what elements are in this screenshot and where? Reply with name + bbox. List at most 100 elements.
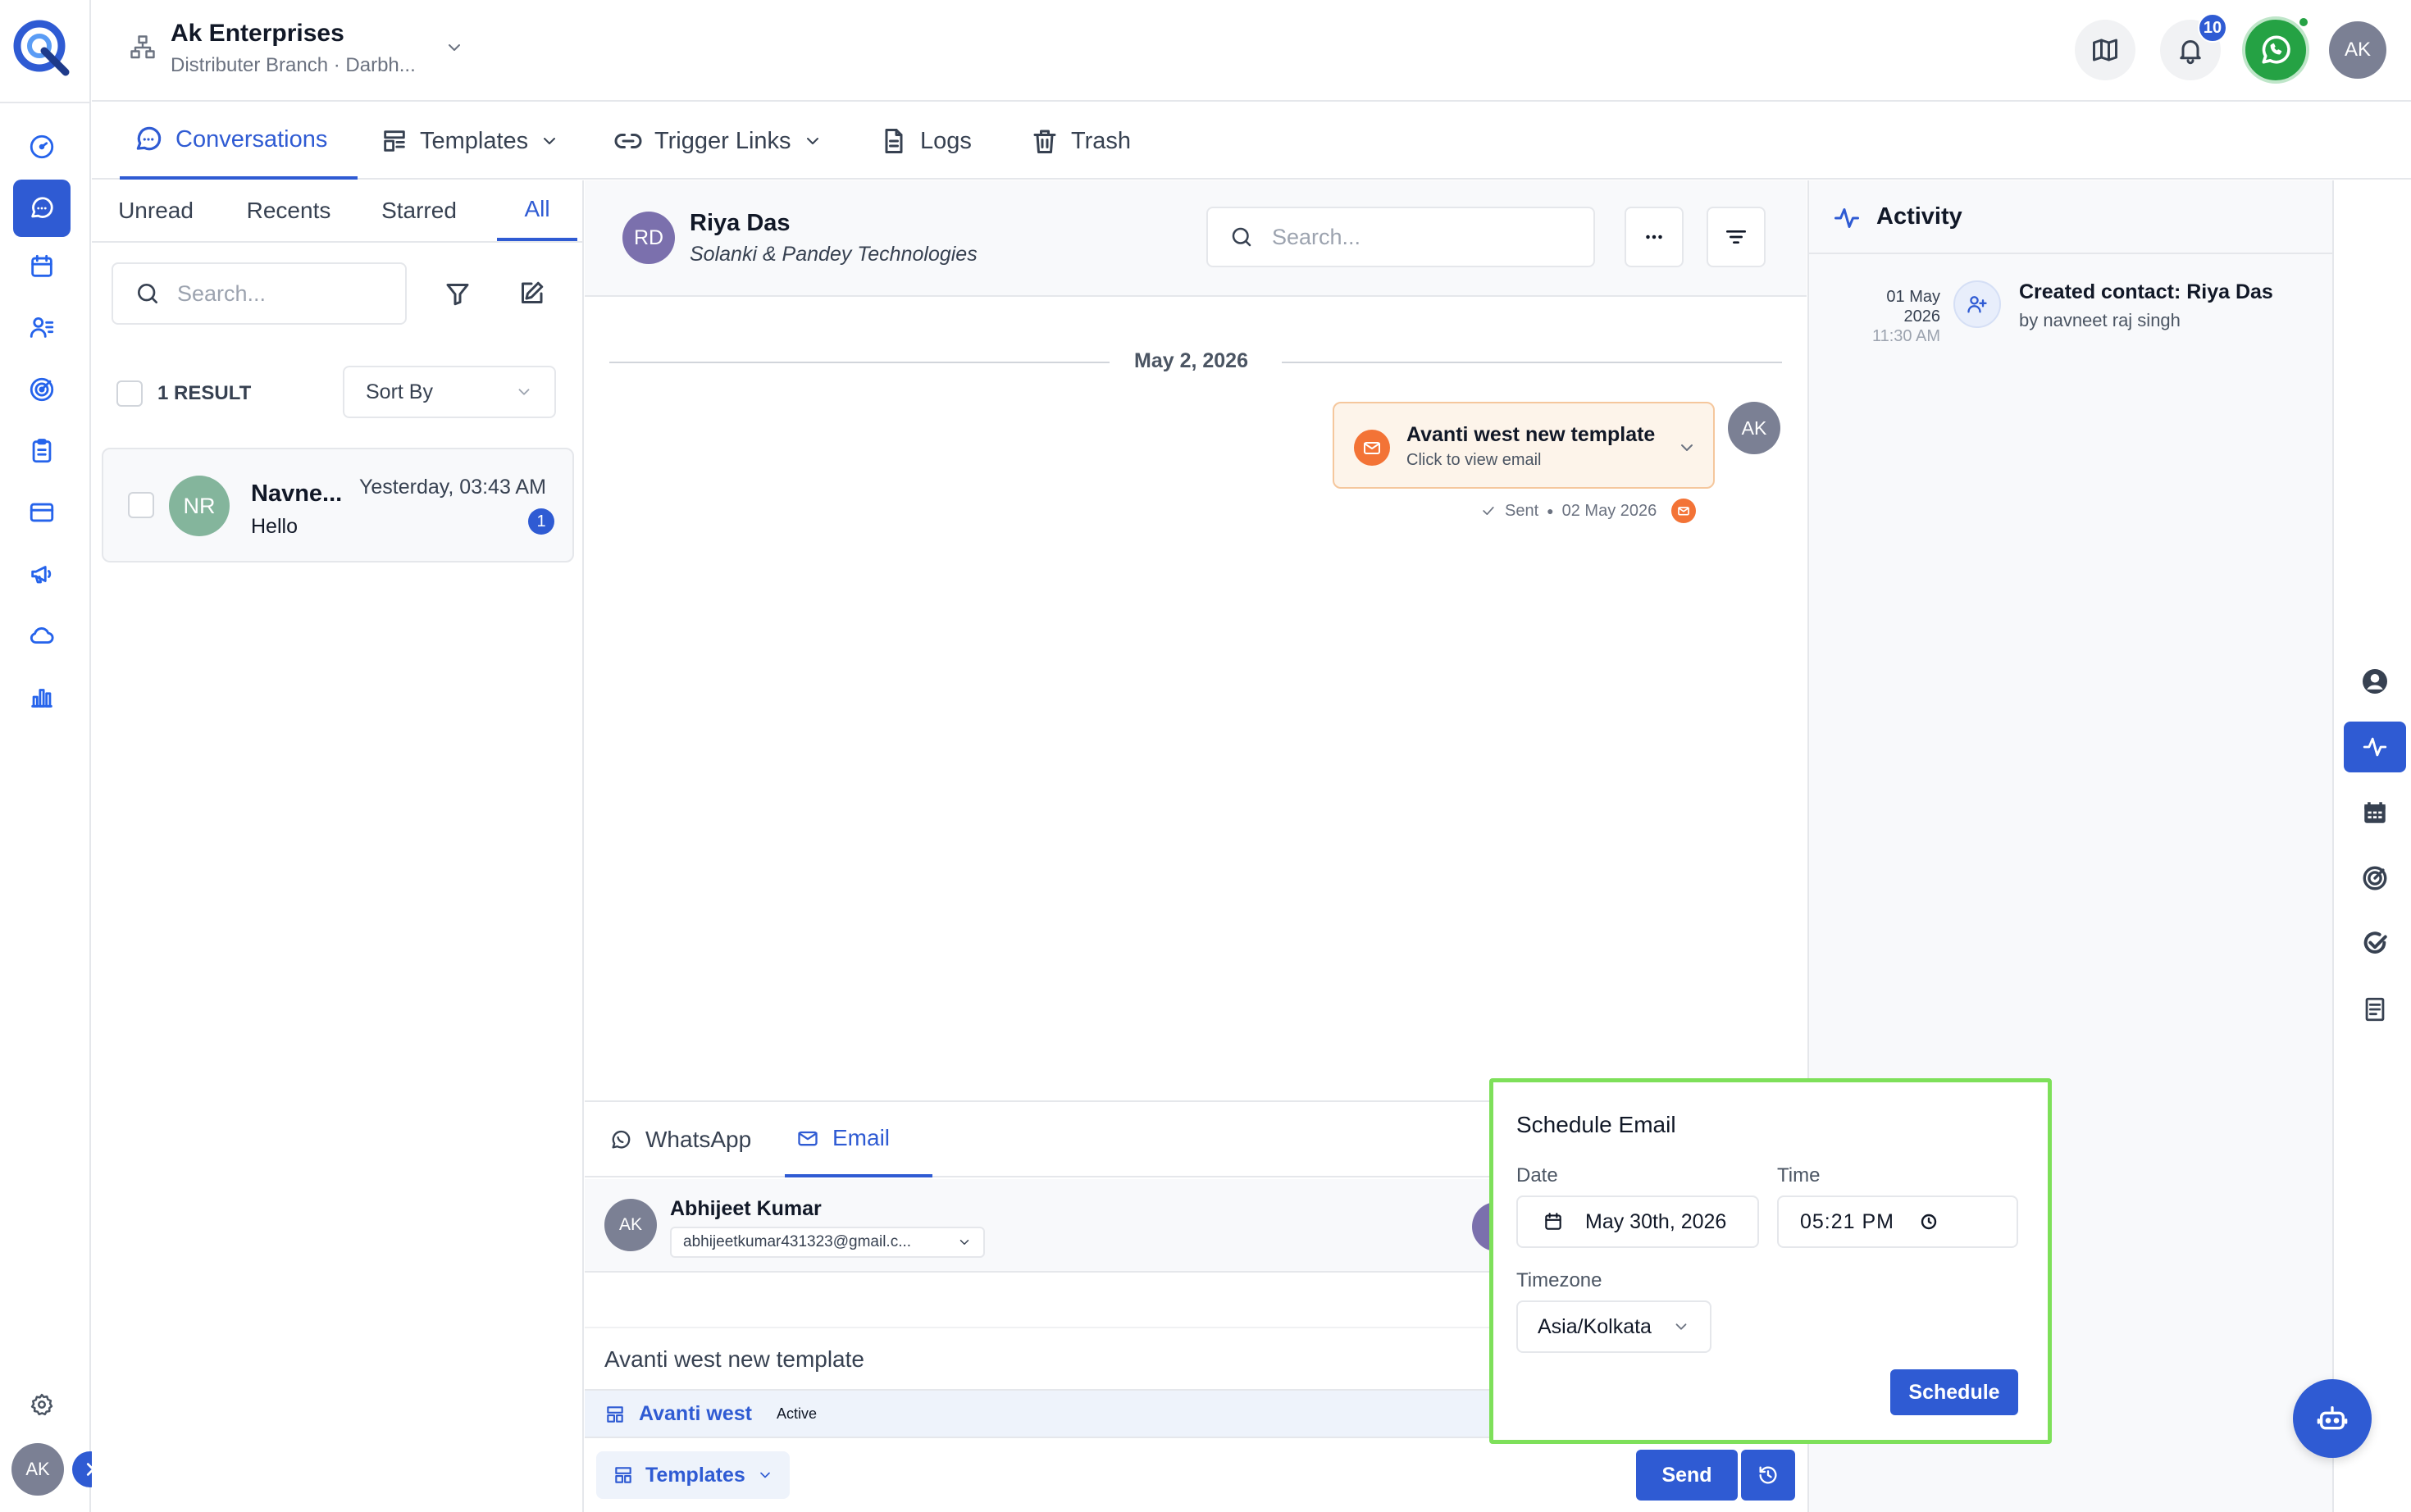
tab-trash[interactable]: Trash — [1030, 102, 1131, 180]
date-picker[interactable]: May 30th, 2026 — [1516, 1195, 1759, 1248]
sender-initials: AK — [1741, 417, 1767, 439]
rr-notes[interactable] — [2344, 984, 2406, 1035]
schedule-button-label: Schedule — [1908, 1380, 2000, 1404]
bot-icon — [2317, 1406, 2348, 1430]
filter-all[interactable]: All — [497, 180, 577, 241]
chat-contact-avatar[interactable]: RD — [622, 212, 675, 264]
nav-cloud[interactable] — [13, 607, 71, 664]
more-horizontal-icon — [1646, 235, 1662, 239]
map-button[interactable] — [2075, 20, 2135, 80]
list-item-checkbox[interactable] — [128, 492, 154, 518]
assistant-bot-button[interactable] — [2293, 1379, 2372, 1458]
nav-reports[interactable] — [13, 668, 71, 726]
chat-contact-name[interactable]: Riya Das — [690, 210, 791, 237]
branch-icon — [128, 33, 157, 62]
chat-filter-button[interactable] — [1707, 207, 1766, 267]
schedule-button[interactable]: Schedule — [1890, 1369, 2018, 1415]
nav-calendar[interactable] — [13, 238, 71, 295]
list-search-placeholder[interactable]: Search... — [177, 281, 266, 307]
time-picker[interactable]: 05:21 PM — [1777, 1195, 2018, 1248]
email-subject[interactable]: Avanti west new template — [604, 1346, 864, 1373]
chevron-down-icon — [449, 44, 460, 51]
calendar-icon — [31, 254, 52, 277]
rr-appointments[interactable] — [2344, 787, 2406, 838]
nav-opportunities[interactable] — [13, 361, 71, 418]
activity-day: 01 May — [1886, 288, 1940, 306]
chat-search-field[interactable]: Search... — [1206, 207, 1595, 267]
nav-settings[interactable] — [13, 1376, 71, 1433]
activity-date: 01 May 2026 11:30 AM — [1842, 287, 1940, 346]
tab-logs[interactable]: Logs — [879, 102, 972, 180]
search-icon — [138, 284, 157, 303]
from-email-select[interactable]: abhijeetkumar431323@gmail.c... — [670, 1227, 985, 1258]
chat-search-placeholder[interactable]: Search... — [1272, 225, 1360, 250]
nav-conversations[interactable] — [13, 180, 71, 237]
sort-by-dropdown[interactable]: Sort By — [343, 366, 556, 418]
schedule-toggle-button[interactable] — [1741, 1450, 1795, 1501]
rr-opportunities[interactable] — [2344, 853, 2406, 904]
nav-dashboard[interactable] — [13, 118, 71, 175]
list-item[interactable]: NR Navne... Hello Yesterday, 03:43 AM 1 — [102, 448, 574, 562]
email-message-card[interactable]: Avanti west new template Click to view e… — [1333, 402, 1715, 489]
main-tabs: Conversations Templates Trigger Links Lo… — [92, 102, 2411, 180]
templates-button[interactable]: Templates — [596, 1451, 790, 1499]
activity-title: Activity — [1876, 203, 1962, 230]
message-status: Sent — [1505, 501, 1539, 520]
meta-separator: ● — [1547, 504, 1554, 517]
tab-whatsapp[interactable]: WhatsApp — [609, 1102, 751, 1177]
tab-templates[interactable]: Templates — [381, 102, 559, 180]
org-name[interactable]: Ak Enterprises — [171, 20, 344, 48]
target-icon — [30, 377, 54, 402]
schedule-title: Schedule Email — [1516, 1112, 1676, 1137]
bell-icon — [2180, 40, 2201, 65]
tab-conversations[interactable]: Conversations — [120, 102, 358, 180]
expand-email-button[interactable] — [1677, 438, 1697, 458]
app-logo[interactable] — [11, 18, 71, 77]
notification-count: 10 — [2203, 18, 2222, 37]
rail-divider — [0, 102, 91, 103]
whatsapp-icon — [2262, 35, 2290, 64]
time-value: 05:21 PM — [1800, 1209, 1895, 1233]
list-search-field[interactable]: Search... — [112, 262, 407, 325]
filter-starred[interactable]: Starred — [356, 180, 482, 241]
user-circle-icon — [2363, 669, 2387, 694]
unread-count: 1 — [536, 512, 546, 531]
org-switcher-chevron[interactable] — [444, 38, 464, 57]
notes-icon — [2365, 997, 2385, 1022]
profile-avatar[interactable]: AK — [2329, 21, 2386, 79]
compose-button[interactable] — [517, 279, 546, 308]
payments-icon — [30, 503, 54, 522]
user-avatar[interactable]: AK — [11, 1443, 64, 1496]
chevron-down-icon — [518, 389, 530, 395]
templates-button-label: Templates — [645, 1463, 745, 1487]
tab-logs-label: Logs — [920, 127, 972, 154]
list-filter-button[interactable] — [443, 279, 472, 308]
send-button[interactable]: Send — [1636, 1450, 1738, 1501]
filter-unread[interactable]: Unread — [92, 180, 220, 241]
more-options-button[interactable] — [1625, 207, 1684, 267]
rr-tasks[interactable] — [2344, 918, 2406, 969]
select-all-checkbox[interactable] — [116, 380, 143, 407]
time-label: Time — [1777, 1164, 1821, 1186]
document-icon — [885, 129, 903, 153]
timezone-select[interactable]: Asia/Kolkata — [1516, 1300, 1711, 1353]
branch-name[interactable]: Distributer Branch · Darbh... — [171, 54, 416, 77]
chevron-down-icon — [806, 138, 818, 144]
nav-contacts[interactable] — [13, 298, 71, 356]
template-icon — [615, 1467, 631, 1483]
chat-bubble-icon — [136, 126, 162, 151]
rr-contact-details[interactable] — [2344, 656, 2406, 707]
activity-year: 2026 — [1903, 307, 1941, 326]
nav-payments[interactable] — [13, 484, 71, 541]
tab-trigger-links[interactable]: Trigger Links — [613, 102, 823, 180]
nav-tasks[interactable] — [13, 422, 71, 480]
nav-marketing[interactable] — [13, 545, 71, 603]
filter-recents[interactable]: Recents — [221, 180, 356, 241]
trash-icon — [1033, 130, 1056, 153]
rr-activity[interactable] — [2344, 722, 2406, 772]
result-count: 1 RESULT — [157, 382, 252, 404]
chat-contact-company: Solanki & Pandey Technologies — [690, 243, 978, 266]
contact-avatar-initials: NR — [183, 493, 216, 518]
activity-author: by navneet raj singh — [2019, 310, 2181, 330]
tab-email[interactable]: Email — [785, 1102, 932, 1177]
